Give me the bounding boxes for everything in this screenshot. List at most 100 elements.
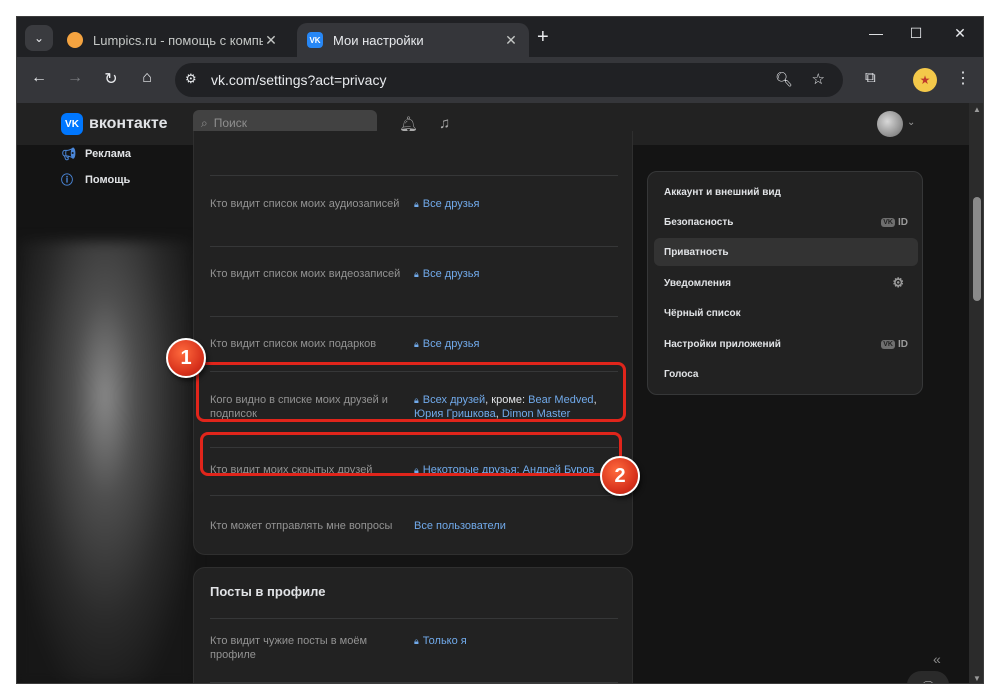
menu-item-votes[interactable]: Голоса xyxy=(654,360,918,388)
privacy-value-link[interactable]: Все пользователи xyxy=(414,519,614,533)
divider xyxy=(210,495,618,496)
browser-window: ⌄ Lumpics.ru - помощь с компьютером ✕ VK… xyxy=(16,16,984,684)
avatar[interactable] xyxy=(877,111,903,137)
chevron-down-icon[interactable]: ⌄ xyxy=(907,117,915,128)
privacy-value-link[interactable]: 🔒︎ Все друзья xyxy=(414,197,614,211)
menu-item-notifications[interactable]: Уведомления ⚙ xyxy=(654,269,918,297)
home-icon[interactable]: ⌂ xyxy=(135,69,159,87)
back-icon[interactable]: ← xyxy=(27,69,51,87)
tab-search-button[interactable]: ⌄ xyxy=(25,25,53,51)
vk-logo-text: вконтакте xyxy=(89,115,168,132)
settings-menu: Аккаунт и внешний вид Безопасность VK ID П… xyxy=(647,171,923,395)
close-tab-icon[interactable]: ✕ xyxy=(263,32,279,49)
value-text: Все друзья xyxy=(422,198,480,210)
row-label: Кто может отправлять мне вопросы xyxy=(210,520,393,532)
row-label: Кто видит список моих аудиозаписей xyxy=(210,198,400,210)
sidebar-item-help[interactable]: ⓘ Помощь xyxy=(61,171,130,188)
vk-id-badge: VK ID xyxy=(881,217,908,228)
badge-text: ID xyxy=(898,216,908,228)
privacy-value-link[interactable]: 🔒︎ Все друзья xyxy=(414,337,614,351)
divider xyxy=(210,175,618,176)
menu-item-label: Уведомления xyxy=(664,277,731,289)
section-title: Посты в профиле xyxy=(210,584,326,599)
maximize-icon[interactable]: ☐ xyxy=(901,25,931,42)
site-settings-icon[interactable]: ⚙ xyxy=(185,71,197,87)
divider xyxy=(210,682,618,683)
step-badge-2: 2 xyxy=(600,456,640,496)
vk-id-icon: VK xyxy=(881,339,895,349)
value-text: Только я xyxy=(422,635,467,647)
lock-icon: 🔒︎ xyxy=(414,269,419,279)
divider xyxy=(210,618,618,619)
left-sidebar: 📢︎ Реклама ⓘ Помощь xyxy=(17,145,193,683)
menu-item-label: Безопасность xyxy=(664,216,734,228)
row-label: Кто видит список моих подарков xyxy=(210,338,377,350)
reload-icon[interactable]: ↻ xyxy=(99,69,123,89)
menu-item-label: Настройки приложений xyxy=(664,338,781,350)
vk-logo[interactable]: VK вконтакте xyxy=(61,113,168,135)
collapse-icon[interactable]: « xyxy=(933,651,941,667)
menu-item-blacklist[interactable]: Чёрный список xyxy=(654,299,918,327)
browser-toolbar: ← → ↻ ⌂ ⚙ vk.com/settings?act=privacy 🔍︎… xyxy=(17,57,983,103)
extensions-icon[interactable]: ⧉ xyxy=(865,69,876,86)
close-tab-icon[interactable]: ✕ xyxy=(503,32,519,49)
badge-text: ID xyxy=(898,338,908,350)
vk-id-icon: VK xyxy=(881,217,895,227)
menu-item-account[interactable]: Аккаунт и внешний вид xyxy=(654,178,918,206)
music-icon[interactable]: ♫ xyxy=(439,115,450,132)
tab-settings[interactable]: VK Мои настройки ✕ xyxy=(297,23,529,57)
sidebar-item-label: Помощь xyxy=(85,173,131,186)
step-badge-1: 1 xyxy=(166,338,206,378)
scroll-up-icon[interactable]: ▲ xyxy=(973,105,981,114)
tab-lumpics[interactable]: Lumpics.ru - помощь с компьютером ✕ xyxy=(57,23,289,57)
menu-item-app-settings[interactable]: Настройки приложений VK ID xyxy=(654,330,918,358)
privacy-value-link[interactable]: 🔒︎ Только я xyxy=(414,634,614,648)
scroll-down-icon[interactable]: ▼ xyxy=(973,674,981,683)
help-icon: ⓘ xyxy=(61,173,74,187)
close-window-icon[interactable]: ✕ xyxy=(945,25,975,42)
minimize-icon[interactable]: — xyxy=(861,25,891,41)
page-scrollbar[interactable]: ▲ ▼ xyxy=(969,103,983,683)
tab-strip: ⌄ Lumpics.ru - помощь с компьютером ✕ VK… xyxy=(17,17,983,57)
browser-menu-icon[interactable]: ⋮ xyxy=(955,68,971,88)
lock-icon: 🔒︎ xyxy=(414,339,419,349)
megaphone-icon: 📢︎ xyxy=(61,147,77,161)
new-tab-icon[interactable]: + xyxy=(537,26,549,49)
sidebar-item-ads[interactable]: 📢︎ Реклама xyxy=(61,147,131,161)
profile-avatar-icon[interactable]: ★ xyxy=(913,68,937,92)
posts-settings-card: Посты в профиле Кто видит чужие посты в … xyxy=(193,567,633,683)
divider xyxy=(210,316,618,317)
row-label: Кто видит чужие посты в моём профиле xyxy=(210,635,368,661)
tab-title: Мои настройки xyxy=(333,32,424,48)
value-text: Все друзья xyxy=(422,338,480,350)
tab-title: Lumpics.ru - помощь с компьютером xyxy=(93,32,263,48)
menu-item-label: Чёрный список xyxy=(664,307,741,319)
address-bar[interactable]: ⚙ vk.com/settings?act=privacy 🔍︎ ☆ xyxy=(175,63,843,97)
lock-icon: 🔒︎ xyxy=(414,199,419,209)
lock-icon: 🔒︎ xyxy=(414,636,419,646)
row-label: Кто видит список моих видеозаписей xyxy=(210,268,401,280)
scrollbar-thumb[interactable] xyxy=(973,197,981,301)
menu-item-label: Голоса xyxy=(664,368,699,380)
bookmark-star-icon[interactable]: ☆ xyxy=(812,70,825,88)
privacy-settings-card: Кто видит список моих аудиозаписей 🔒︎ Все… xyxy=(193,131,633,555)
gear-icon[interactable]: ⚙ xyxy=(892,275,904,291)
chat-bubble-icon[interactable]: 💬︎ xyxy=(907,671,949,683)
forward-icon[interactable]: → xyxy=(63,69,87,87)
zoom-icon[interactable]: 🔍︎ xyxy=(775,71,793,88)
vk-logo-icon: VK xyxy=(61,113,83,135)
vk-favicon-icon: VK xyxy=(307,32,323,48)
sidebar-item-label: Реклама xyxy=(85,148,132,160)
privacy-value-link[interactable]: 🔒︎ Все друзья xyxy=(414,267,614,281)
search-icon: ⌕ xyxy=(201,115,208,130)
search-placeholder: Поиск xyxy=(213,116,247,130)
highlight-box-2 xyxy=(200,432,622,476)
menu-item-label: Приватность xyxy=(664,246,729,258)
url-text: vk.com/settings?act=privacy xyxy=(211,72,387,88)
lumpics-favicon-icon xyxy=(67,32,83,48)
blurred-area xyxy=(17,241,193,683)
vk-id-badge: VK ID xyxy=(881,339,908,350)
value-text: Все друзья xyxy=(422,268,480,280)
menu-item-privacy[interactable]: Приватность xyxy=(654,238,918,266)
menu-item-security[interactable]: Безопасность VK ID xyxy=(654,208,918,236)
